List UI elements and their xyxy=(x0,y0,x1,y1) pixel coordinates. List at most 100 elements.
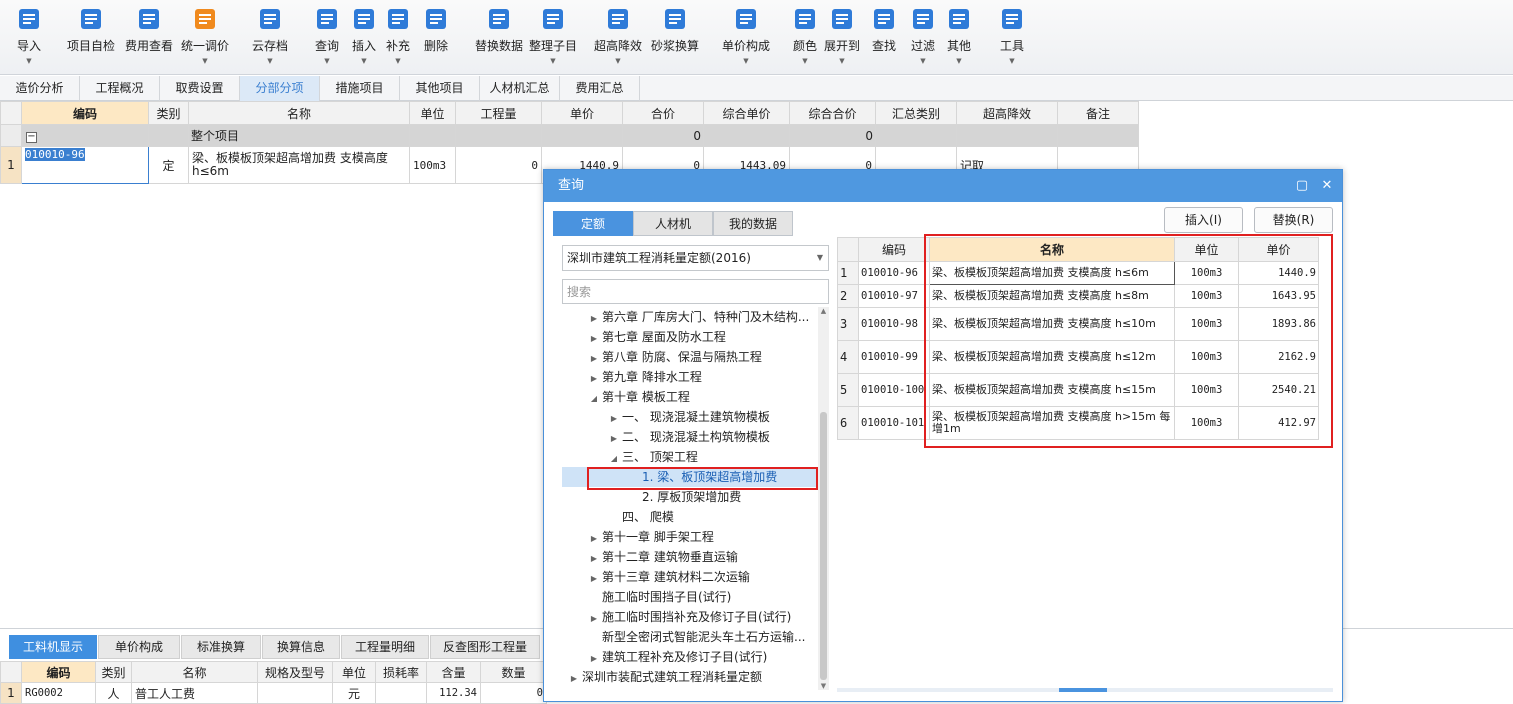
toolbar-button-10[interactable]: 整理子目 ▼ xyxy=(528,4,578,70)
tree-node[interactable]: 新型全密闭式智能泥头车土石方运输... xyxy=(586,627,805,647)
column-header[interactable]: 规格及型号 xyxy=(257,661,333,683)
expand-arrow-icon[interactable]: ▶ xyxy=(586,609,602,629)
table-row[interactable]: 3 010010-98 梁、板模板顶架超高增加费 支模高度 h≤10m 100m3 18… xyxy=(837,307,1319,341)
tree-node[interactable]: ▶ 第七章 屋面及防水工程 xyxy=(586,327,726,347)
cell-num[interactable]: 5 xyxy=(837,373,859,407)
table-row[interactable]: 4 010010-99 梁、板模板顶架超高增加费 支模高度 h≤12m 100m3 21… xyxy=(837,340,1319,374)
toolbar-button-13[interactable]: 单价构成 ▼ xyxy=(720,4,772,70)
tab-cost-analysis[interactable]: 造价分析 xyxy=(0,76,80,101)
table-row[interactable]: 5 010010-100 梁、板模板顶架超高增加费 支模高度 h≤15m 100m3 2… xyxy=(837,373,1319,407)
insert-button[interactable]: 插入(I) xyxy=(1164,207,1243,233)
tab-standard-convert[interactable]: 标准换算 xyxy=(181,635,261,659)
column-header[interactable]: 综合合价 xyxy=(789,101,876,125)
toolbar-button-4[interactable]: 云存档 ▼ xyxy=(251,4,289,70)
tab-fee-summary[interactable]: 费用汇总 xyxy=(560,76,640,101)
toolbar-button-1[interactable]: 项目自检 xyxy=(66,4,116,70)
dropdown-arrow-icon[interactable]: ▼ xyxy=(178,57,232,65)
cell-name[interactable]: 梁、板模板顶架超高增加费 支模高度 h≤10m xyxy=(929,307,1175,341)
collapse-arrow-icon[interactable]: ◢ xyxy=(586,389,602,409)
tab-unit-price[interactable]: 单价构成 xyxy=(98,635,180,659)
tree-node[interactable]: ▶ 第十三章 建筑材料二次运输 xyxy=(586,567,750,587)
cell-name[interactable]: 梁、板模板顶架超高增加费 支模高度 h≤8m xyxy=(929,284,1175,308)
tree-node[interactable]: ▶ 第十一章 脚手架工程 xyxy=(586,527,714,547)
toolbar-button-11[interactable]: 超高降效 ▼ xyxy=(592,4,644,70)
column-header[interactable]: 类别 xyxy=(95,661,132,683)
table-row[interactable]: 2 010010-97 梁、板模板顶架超高增加费 支模高度 h≤8m 100m3 164… xyxy=(837,284,1319,308)
tree-node[interactable]: ◢ 三、 顶架工程 xyxy=(606,447,698,467)
dropdown-arrow-icon[interactable]: ▼ xyxy=(909,57,937,65)
column-header[interactable]: 类别 xyxy=(148,101,189,125)
tree-node[interactable]: ▶ 第八章 防腐、保温与隔热工程 xyxy=(586,347,762,367)
toolbar-button-6[interactable]: 插入 ▼ xyxy=(350,4,378,70)
close-icon[interactable]: ✕ xyxy=(1317,170,1337,202)
column-header[interactable]: 汇总类别 xyxy=(875,101,957,125)
cell-code[interactable]: 010010-99 xyxy=(858,340,930,374)
cell-num[interactable]: 6 xyxy=(837,406,859,440)
toolbar-button-16[interactable]: 查找 xyxy=(870,4,898,70)
toolbar-button-17[interactable]: 过滤 ▼ xyxy=(909,4,937,70)
tree-node[interactable]: 1. 梁、板顶架超高增加费 xyxy=(562,467,818,487)
column-header[interactable]: 编码 xyxy=(21,101,149,125)
cell-num[interactable]: 1 xyxy=(0,682,22,704)
table-row[interactable]: 1 010010-96 梁、板模板顶架超高增加费 支模高度 h≤6m 100m3 144… xyxy=(837,261,1319,285)
tree-node[interactable]: ▶ 第十二章 建筑物垂直运输 xyxy=(586,547,738,567)
cell-num[interactable]: 2 xyxy=(837,284,859,308)
column-header[interactable]: 综合单价 xyxy=(703,101,790,125)
cell-unit[interactable]: 100m3 xyxy=(1174,340,1239,374)
cell-unit[interactable]: 100m3 xyxy=(1174,307,1239,341)
cell-price[interactable]: 1440.9 xyxy=(1238,261,1319,285)
dropdown-arrow-icon[interactable]: ▼ xyxy=(720,57,772,65)
column-header[interactable]: 合价 xyxy=(622,101,704,125)
tab-resources[interactable]: 人材机 xyxy=(633,211,713,236)
cell-name[interactable]: 梁、板模板顶架超高增加费 支模高度 h≤12m xyxy=(929,340,1175,374)
tab-my-data[interactable]: 我的数据 xyxy=(713,211,793,236)
cell-unit[interactable]: 100m3 xyxy=(409,146,456,184)
tab-sub-items[interactable]: 分部分项 xyxy=(240,76,320,101)
column-header[interactable]: 名称 xyxy=(929,237,1175,262)
toolbar-button-8[interactable]: 删除 xyxy=(422,4,450,70)
column-header[interactable]: 单位 xyxy=(332,661,376,683)
tab-quota[interactable]: 定额 xyxy=(553,211,633,236)
toolbar-button-14[interactable]: 颜色 ▼ xyxy=(791,4,819,70)
cell-num[interactable]: 1 xyxy=(837,261,859,285)
dropdown-arrow-icon[interactable]: ▼ xyxy=(251,57,289,65)
cell-num[interactable]: 4 xyxy=(837,340,859,374)
tree-node[interactable]: 四、 爬模 xyxy=(606,507,674,527)
cell-loss[interactable] xyxy=(375,682,427,704)
dropdown-arrow-icon[interactable]: ▼ xyxy=(14,57,44,65)
expand-arrow-icon[interactable]: ▶ xyxy=(586,329,602,349)
tree-node[interactable]: ▶ 建筑工程补充及修订子目(试行) xyxy=(586,647,767,667)
cell-name[interactable]: 梁、板模板顶架超高增加费 支模高度 h≤6m xyxy=(929,261,1175,285)
tree-node[interactable]: ◢ 第十章 模板工程 xyxy=(586,387,690,407)
search-input[interactable] xyxy=(562,279,829,304)
cell-price[interactable]: 1643.95 xyxy=(1238,284,1319,308)
cell-name[interactable]: 梁、板模板顶架超高增加费 支模高度 h>15m 每增1m xyxy=(929,406,1175,440)
cell-price[interactable]: 2540.21 xyxy=(1238,373,1319,407)
cell-name[interactable]: 梁、板模板顶架超高增加费 支模高度 h≤15m xyxy=(929,373,1175,407)
collapse-icon[interactable]: − xyxy=(26,132,37,143)
column-header[interactable]: 超高降效 xyxy=(956,101,1058,125)
column-header[interactable]: 损耗率 xyxy=(375,661,427,683)
toolbar-button-5[interactable]: 查询 ▼ xyxy=(313,4,341,70)
cell-code[interactable]: RG0002 xyxy=(21,682,96,704)
replace-button[interactable]: 替换(R) xyxy=(1254,207,1333,233)
column-header[interactable]: 备注 xyxy=(1057,101,1139,125)
dropdown-arrow-icon[interactable]: ▼ xyxy=(823,57,861,65)
expand-arrow-icon[interactable]: ▶ xyxy=(586,529,602,549)
dropdown-arrow-icon[interactable]: ▼ xyxy=(385,57,411,65)
cell-code[interactable]: 010010-96 xyxy=(858,261,930,285)
cell-type[interactable]: 定 xyxy=(148,146,189,184)
column-header[interactable]: 编码 xyxy=(21,661,96,683)
toolbar-button-2[interactable]: 费用查看 xyxy=(124,4,174,70)
tab-resources-display[interactable]: 工料机显示 xyxy=(9,635,97,659)
expand-arrow-icon[interactable]: ▶ xyxy=(586,569,602,589)
toolbar-button-12[interactable]: 砂浆换算 xyxy=(651,4,699,70)
toolbar-button-15[interactable]: 展开到 ▼ xyxy=(823,4,861,70)
dropdown-arrow-icon[interactable]: ▼ xyxy=(791,57,819,65)
dropdown-arrow-icon[interactable]: ▼ xyxy=(350,57,378,65)
cell-code[interactable]: 010010-98 xyxy=(858,307,930,341)
cell-unit[interactable]: 100m3 xyxy=(1174,284,1239,308)
tree-node[interactable]: ▶ 施工临时围挡补充及修订子目(试行) xyxy=(586,607,791,627)
tab-measures[interactable]: 措施项目 xyxy=(320,76,400,101)
dropdown-arrow-icon[interactable]: ▼ xyxy=(946,57,972,65)
